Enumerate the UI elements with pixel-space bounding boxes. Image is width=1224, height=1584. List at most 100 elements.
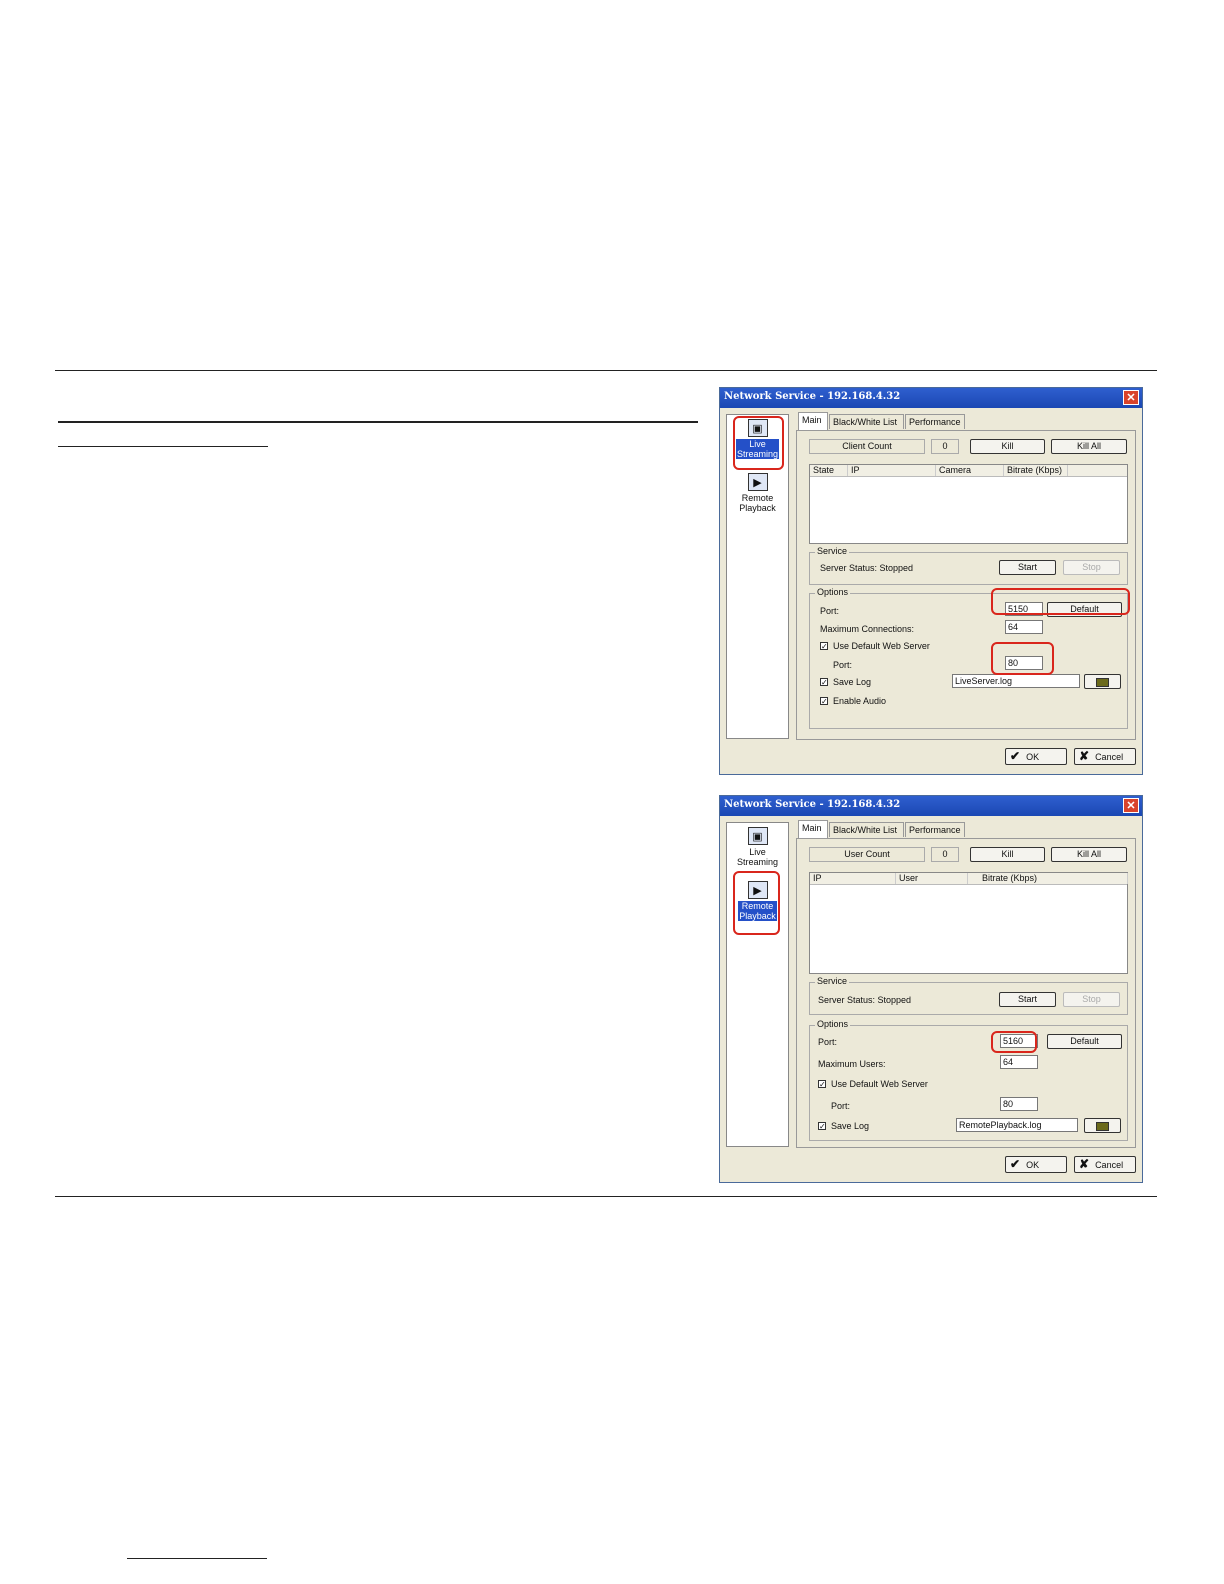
kill-all-button[interactable]: Kill All xyxy=(1051,847,1127,862)
tab-black-white-list[interactable]: Black/White List xyxy=(829,414,904,429)
service-group: Service Server Status: Stopped Start Sto… xyxy=(809,976,1128,1015)
dialog-title: Network Service - 192.168.4.32 xyxy=(724,391,901,402)
footer-link-underline xyxy=(127,1558,267,1559)
service-legend: Service xyxy=(815,976,850,986)
service-group: Service Server Status: Stopped Start Sto… xyxy=(809,546,1128,585)
highlight-live-streaming xyxy=(733,416,784,470)
web-port-label: Port: xyxy=(831,1101,851,1111)
nav-item-live-streaming[interactable]: ▣ Live Streaming xyxy=(727,827,788,867)
play-icon: ▶ xyxy=(747,473,768,491)
client-list[interactable]: State IP Camera Bitrate (Kbps) xyxy=(809,464,1128,544)
cancel-label: Cancel xyxy=(1095,752,1124,762)
user-count-value: 0 xyxy=(931,847,959,862)
max-connections-label: Maximum Connections: xyxy=(820,624,915,634)
main-panel: User Count 0 Kill Kill All IP User Bitra… xyxy=(796,838,1136,1148)
default-button[interactable]: Default xyxy=(1047,1034,1122,1049)
enable-audio-label: Enable Audio xyxy=(833,696,887,706)
web-server-label: Use Default Web Server xyxy=(833,641,930,651)
cancel-button[interactable]: ✘ Cancel xyxy=(1074,748,1136,765)
network-service-dialog-playback: Network Service - 192.168.4.32 ✕ ▣ Live S… xyxy=(719,795,1143,1183)
cancel-button[interactable]: ✘ Cancel xyxy=(1074,1156,1136,1173)
ok-label: OK xyxy=(1026,1160,1040,1170)
ok-button[interactable]: ✔ OK xyxy=(1005,748,1067,765)
service-legend: Service xyxy=(815,546,850,556)
web-server-checkbox[interactable]: ✓ xyxy=(820,642,828,651)
tab-performance[interactable]: Performance xyxy=(905,822,965,837)
title-bar: Network Service - 192.168.4.32 ✕ xyxy=(720,796,1142,816)
log-file-input[interactable]: LiveServer.log xyxy=(952,674,1080,688)
web-port-label: Port: xyxy=(833,660,853,670)
user-list-header: IP User Bitrate (Kbps) xyxy=(810,873,1128,885)
save-log-label: Save Log xyxy=(831,1121,870,1131)
folder-icon xyxy=(1096,678,1109,687)
highlight-web-port xyxy=(991,642,1054,675)
column-bitrate[interactable]: Bitrate (Kbps) xyxy=(968,873,1128,884)
client-list-header: State IP Camera Bitrate (Kbps) xyxy=(810,465,1127,477)
kill-button[interactable]: Kill xyxy=(970,847,1045,862)
main-panel: Client Count 0 Kill Kill All State IP Ca… xyxy=(796,430,1136,740)
start-button[interactable]: Start xyxy=(999,560,1056,575)
subheading-underline xyxy=(58,446,268,447)
max-users-label: Maximum Users: xyxy=(818,1059,886,1069)
kill-button[interactable]: Kill xyxy=(970,439,1045,454)
browse-folder-button[interactable] xyxy=(1084,1118,1121,1133)
column-camera[interactable]: Camera xyxy=(936,465,1004,476)
port-label: Port: xyxy=(818,1037,838,1047)
highlight-port-default xyxy=(991,588,1130,615)
web-server-checkbox[interactable]: ✓ xyxy=(818,1080,826,1089)
save-log-label: Save Log xyxy=(833,677,872,687)
tab-performance[interactable]: Performance xyxy=(905,414,965,429)
web-port-input[interactable]: 80 xyxy=(1000,1097,1038,1111)
server-status: Server Status: Stopped xyxy=(818,995,912,1005)
max-users-input[interactable]: 64 xyxy=(1000,1055,1038,1069)
top-rule xyxy=(55,370,1157,371)
save-log-checkbox[interactable]: ✓ xyxy=(820,678,828,687)
column-ip[interactable]: IP xyxy=(848,465,936,476)
column-ip[interactable]: IP xyxy=(810,873,896,884)
title-bar: Network Service - 192.168.4.32 ✕ xyxy=(720,388,1142,408)
close-icon[interactable]: ✕ xyxy=(1123,798,1139,813)
start-button[interactable]: Start xyxy=(999,992,1056,1007)
nav-item-remote-playback[interactable]: ▶ Remote Playback xyxy=(727,473,788,513)
options-group: Options Port: 5160 Default Maximum Users… xyxy=(809,1019,1128,1141)
stop-button[interactable]: Stop xyxy=(1063,560,1120,575)
user-list[interactable]: IP User Bitrate (Kbps) xyxy=(809,872,1128,974)
nav-label: Remote Playback xyxy=(739,493,776,513)
bottom-rule xyxy=(55,1196,1157,1197)
nav-label: Live Streaming xyxy=(736,847,779,867)
folder-icon xyxy=(1096,1122,1109,1131)
cross-icon: ✘ xyxy=(1079,749,1090,763)
cross-icon: ✘ xyxy=(1079,1157,1090,1171)
close-icon[interactable]: ✕ xyxy=(1123,390,1139,405)
tab-main[interactable]: Main xyxy=(798,412,828,430)
column-user[interactable]: User xyxy=(896,873,968,884)
web-server-label: Use Default Web Server xyxy=(831,1079,928,1089)
column-bitrate[interactable]: Bitrate (Kbps) xyxy=(1004,465,1068,476)
options-legend: Options xyxy=(815,1019,851,1029)
client-count-label: Client Count xyxy=(809,439,925,454)
heading-rule xyxy=(58,421,698,423)
monitor-icon: ▣ xyxy=(747,827,768,845)
user-count-label: User Count xyxy=(809,847,925,862)
dialog-title: Network Service - 192.168.4.32 xyxy=(724,799,901,810)
check-icon: ✔ xyxy=(1010,749,1021,763)
save-log-checkbox[interactable]: ✓ xyxy=(818,1122,826,1131)
check-icon: ✔ xyxy=(1010,1157,1021,1171)
server-status: Server Status: Stopped xyxy=(820,563,914,573)
port-label: Port: xyxy=(820,606,840,616)
column-state[interactable]: State xyxy=(810,465,848,476)
ok-label: OK xyxy=(1026,752,1040,762)
tab-black-white-list[interactable]: Black/White List xyxy=(829,822,904,837)
max-connections-input[interactable]: 64 xyxy=(1005,620,1043,634)
ok-button[interactable]: ✔ OK xyxy=(1005,1156,1067,1173)
log-file-input[interactable]: RemotePlayback.log xyxy=(956,1118,1078,1132)
kill-all-button[interactable]: Kill All xyxy=(1051,439,1127,454)
highlight-remote-playback xyxy=(733,871,780,935)
network-service-dialog-live: Network Service - 192.168.4.32 ✕ ▣ Live S… xyxy=(719,387,1143,775)
enable-audio-checkbox[interactable]: ✓ xyxy=(820,697,828,706)
highlight-port xyxy=(991,1031,1037,1053)
cancel-label: Cancel xyxy=(1095,1160,1124,1170)
stop-button[interactable]: Stop xyxy=(1063,992,1120,1007)
tab-main[interactable]: Main xyxy=(798,820,828,838)
browse-folder-button[interactable] xyxy=(1084,674,1121,689)
